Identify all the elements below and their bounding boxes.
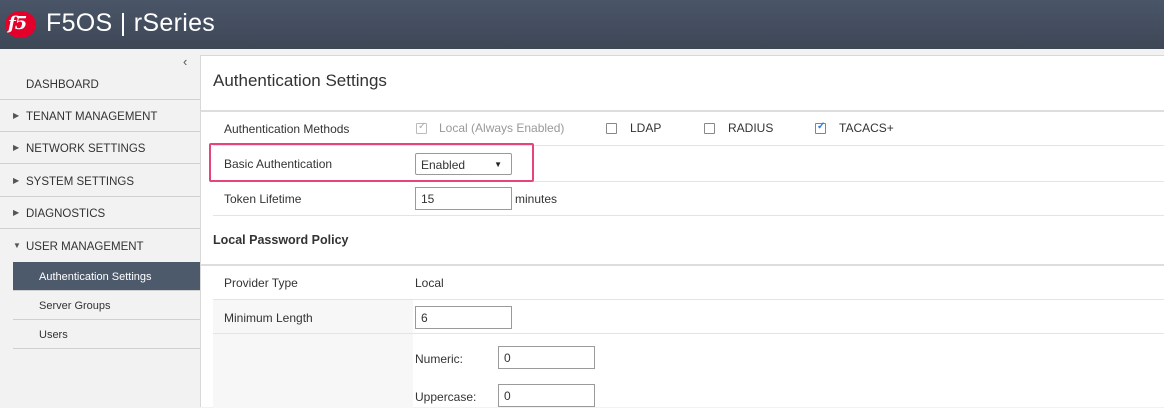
radius-checkbox-label: RADIUS	[728, 121, 774, 135]
sidebar-item-label: USER MANAGEMENT	[26, 241, 144, 253]
app-title: F5OS | rSeries	[46, 9, 216, 37]
sidebar-item-label: TENANT MANAGEMENT	[26, 111, 158, 123]
sidebar-item-label: DASHBOARD	[26, 79, 99, 91]
page-title: Authentication Settings	[213, 71, 387, 90]
sidebar-subitem-label: Users	[39, 329, 68, 341]
provider-type-row: Provider Type Local	[213, 266, 1164, 300]
token-lifetime-label: Token Lifetime	[224, 192, 302, 206]
caret-right-icon: ▶	[13, 143, 20, 152]
minimum-length-value: 6	[421, 311, 428, 325]
auth-methods-label: Authentication Methods	[224, 122, 350, 136]
ldap-checkbox-label: LDAP	[630, 121, 662, 135]
main-content: Authentication Settings Authentication M…	[200, 55, 1164, 408]
minimum-length-label: Minimum Length	[224, 311, 313, 325]
token-lifetime-value: 15	[421, 192, 435, 206]
sidebar-subitem-authentication-settings[interactable]: Authentication Settings	[13, 262, 200, 291]
sidebar-item-system-settings[interactable]: ▶ SYSTEM SETTINGS	[0, 165, 200, 197]
auth-methods-row: Authentication Methods Local (Always Ena…	[213, 112, 1164, 146]
sidebar-item-label: NETWORK SETTINGS	[26, 143, 146, 155]
tacacs-checkbox-label: TACACS+	[839, 121, 894, 135]
sidebar-item-diagnostics[interactable]: ▶ DIAGNOSTICS	[0, 197, 200, 229]
uppercase-label: Uppercase:	[415, 390, 477, 404]
tacacs-checkbox[interactable]	[815, 121, 826, 134]
local-checkbox-label: Local (Always Enabled)	[439, 121, 565, 135]
numeric-input[interactable]: 0	[498, 346, 595, 369]
uppercase-value: 0	[504, 389, 511, 403]
annotation-highlight-box	[209, 143, 534, 182]
provider-type-value: Local	[415, 276, 444, 290]
sidebar-subitem-server-groups[interactable]: Server Groups	[13, 291, 200, 320]
numeric-value: 0	[504, 351, 511, 365]
ldap-checkbox[interactable]	[606, 123, 617, 134]
minimum-length-input[interactable]: 6	[415, 306, 512, 329]
sidebar-item-user-management[interactable]: ▼ USER MANAGEMENT	[0, 230, 200, 262]
sidebar-subitem-label: Server Groups	[39, 300, 111, 312]
sidebar-subitem-users[interactable]: Users	[13, 320, 200, 349]
sidebar-item-label: SYSTEM SETTINGS	[26, 176, 134, 188]
local-password-policy-heading: Local Password Policy	[213, 233, 349, 247]
local-checkbox	[416, 121, 427, 134]
sidebar-item-dashboard[interactable]: DASHBOARD	[0, 68, 200, 100]
numeric-label: Numeric:	[415, 352, 464, 366]
caret-right-icon: ▶	[13, 208, 20, 217]
sidebar-nav: ‹ DASHBOARD ▶ TENANT MANAGEMENT ▶ NETWOR…	[0, 49, 200, 407]
sidebar-item-label: DIAGNOSTICS	[26, 208, 106, 220]
token-lifetime-input[interactable]: 15	[415, 187, 512, 210]
sidebar-item-network-settings[interactable]: ▶ NETWORK SETTINGS	[0, 132, 200, 164]
token-lifetime-row: Token Lifetime 15 minutes	[213, 182, 1164, 216]
uppercase-input[interactable]: 0	[498, 384, 595, 407]
caret-down-icon: ▼	[13, 241, 21, 250]
collapse-sidebar-icon[interactable]: ‹	[183, 54, 187, 69]
sidebar-item-tenant-management[interactable]: ▶ TENANT MANAGEMENT	[0, 100, 200, 132]
sidebar-subitem-label: Authentication Settings	[39, 271, 152, 283]
top-header: f5 F5OS | rSeries	[0, 0, 1164, 49]
minimum-length-row: Minimum Length 6	[213, 300, 1164, 334]
f5-logo-icon: f5	[5, 11, 36, 38]
caret-right-icon: ▶	[13, 111, 20, 120]
radius-checkbox[interactable]	[704, 123, 715, 134]
token-lifetime-unit: minutes	[515, 192, 558, 206]
provider-type-label: Provider Type	[224, 276, 298, 290]
caret-right-icon: ▶	[13, 176, 20, 185]
